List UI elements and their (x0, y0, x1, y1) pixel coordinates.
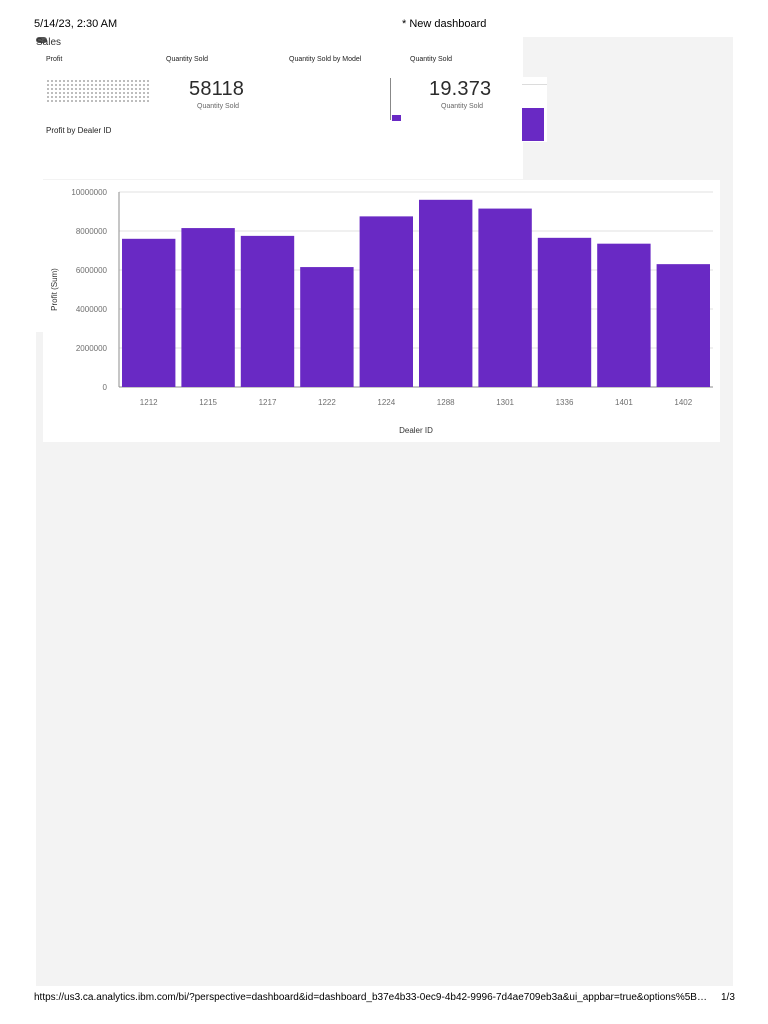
bar-1401[interactable] (597, 243, 651, 387)
mini-chart-axis (390, 78, 391, 120)
x-tick-label: 1301 (496, 398, 514, 407)
bar-1224[interactable] (359, 216, 413, 387)
x-axis-title: Dealer ID (399, 426, 433, 435)
y-tick-label: 2000000 (76, 344, 108, 353)
widget-title-quantity-sold-2: Quantity Sold (410, 56, 453, 63)
print-datetime: 5/14/23, 2:30 AM (34, 18, 118, 30)
y-tick-label: 0 (103, 383, 108, 392)
kpi-quantity-sold-caption: Quantity Sold (197, 103, 240, 110)
print-footer-url: https://us3.ca.analytics.ibm.com/bi/?per… (34, 992, 707, 1003)
x-tick-label: 1212 (140, 398, 158, 407)
y-tick-label: 4000000 (76, 305, 108, 314)
widget-title-quantity-sold: Quantity Sold (166, 56, 209, 63)
bar-1222[interactable] (300, 267, 354, 387)
y-axis-title: Profit (Sum) (50, 268, 59, 311)
bar-1288[interactable] (419, 199, 473, 387)
profit-by-dealer-chart: 0 2000000 4000000 6000000 8000000 10000000 121… (43, 180, 720, 442)
x-tick-label: 1222 (318, 398, 336, 407)
print-footer-page: 1/3 (721, 992, 735, 1003)
bar-1215[interactable] (181, 228, 235, 387)
mini-chart-gridline (522, 84, 547, 85)
widget-title-quantity-by-model: Quantity Sold by Model (289, 56, 362, 63)
x-tick-label: 1224 (377, 398, 395, 407)
tab-sales[interactable]: Sales (36, 37, 61, 48)
bar-1301[interactable] (478, 208, 532, 387)
y-tick-label: 8000000 (76, 227, 108, 236)
mini-chart-bar[interactable] (392, 115, 401, 121)
mini-chart-bar-2[interactable] (522, 108, 544, 141)
canvas-edge (36, 179, 43, 332)
x-tick-label: 1215 (199, 398, 217, 407)
x-tick-label: 1402 (674, 398, 692, 407)
kpi-quantity-sold-value: 58118 (189, 78, 245, 100)
x-tick-label: 1336 (556, 398, 574, 407)
x-tick-label: 1401 (615, 398, 633, 407)
kpi-quantity-sold-caption-2: Quantity Sold (441, 103, 484, 110)
chart-title-profit-by-dealer: Profit by Dealer ID (46, 126, 112, 135)
y-tick-label: 6000000 (76, 266, 108, 275)
bar-1336[interactable] (537, 237, 592, 387)
y-tick-label: 10000000 (71, 188, 107, 197)
x-tick-label: 1288 (437, 398, 455, 407)
bar-chart-svg: 0 2000000 4000000 6000000 8000000 10000000 121… (50, 188, 713, 435)
profit-dot-visualization[interactable] (46, 79, 149, 103)
kpi-quantity-sold-value-2: 19.373 (429, 78, 492, 100)
bar-1402[interactable] (656, 264, 710, 387)
bar-1212[interactable] (122, 238, 176, 387)
print-page-title: * New dashboard (402, 18, 487, 30)
widget-title-profit: Profit (46, 56, 63, 63)
bar-1217[interactable] (240, 235, 295, 387)
x-tick-label: 1217 (259, 398, 277, 407)
